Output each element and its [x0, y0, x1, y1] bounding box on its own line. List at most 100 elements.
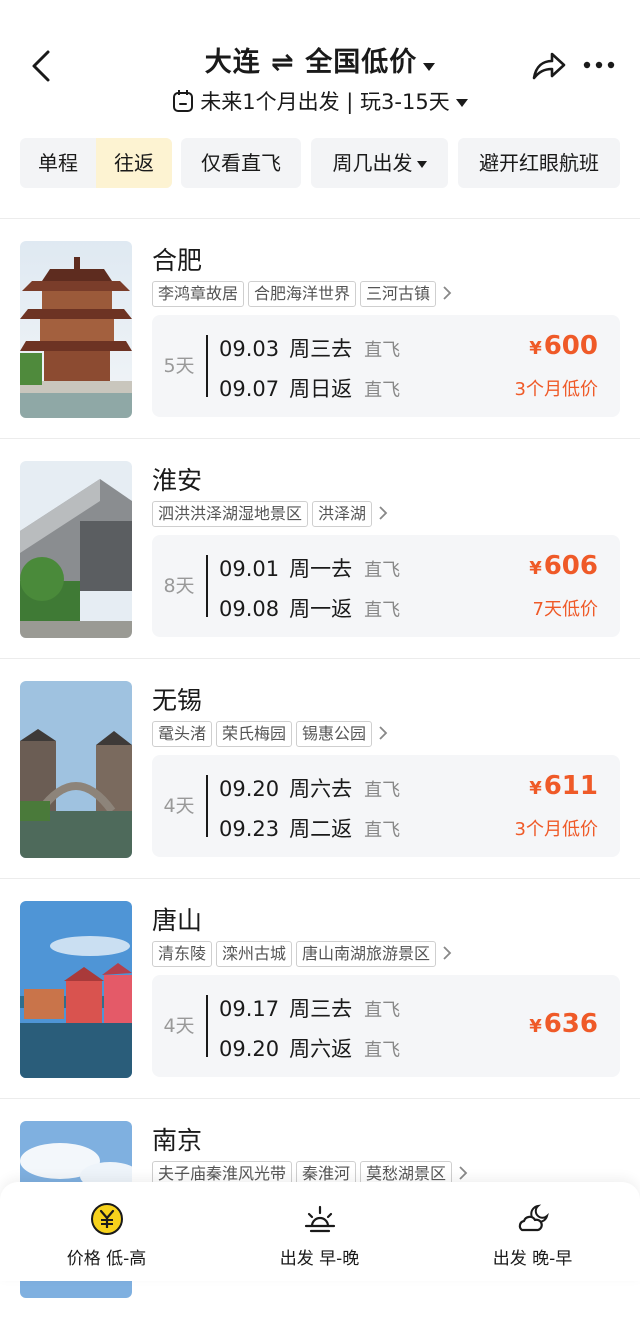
attraction-tags[interactable]: 清东陵 滦州古城 唐山南湖旅游景区	[152, 941, 452, 967]
low-price-badge: 7天低价	[532, 599, 598, 620]
return-leg: 09.23 周二返 直飞	[219, 813, 400, 843]
attraction-tag: 李鸿章故居	[152, 281, 245, 307]
destination-photo	[20, 901, 132, 1078]
outbound-date: 09.01	[219, 557, 280, 581]
return-leg: 09.08 周一返 直飞	[219, 593, 400, 623]
attraction-tag: 滦州古城	[216, 941, 293, 967]
flight-info[interactable]: 5天 09.03 周三去 直飞 09.07 周日返 直飞 ¥600 3个月低价	[152, 315, 620, 417]
destination-photo	[20, 461, 132, 638]
share-icon	[532, 52, 566, 80]
flight-info[interactable]: 4天 09.20 周六去 直飞 09.23 周二返 直飞 ¥611 3个月低价	[152, 755, 620, 857]
low-price-badge: 3个月低价	[514, 819, 598, 840]
destination-card[interactable]: 无锡 鼋头渚 荣氏梅园 锡惠公园 4天 09.20 周六去 直飞 09.23 周二返 直飞 …	[0, 659, 640, 879]
outbound-weekday: 周一去	[289, 557, 353, 581]
price-value: 606	[543, 551, 598, 581]
return-weekday: 周二返	[289, 817, 353, 841]
caret-down-icon	[416, 161, 427, 168]
attraction-tag: 合肥海洋世界	[248, 281, 357, 307]
moon-cloud-icon	[518, 1204, 549, 1232]
flight-type: 直飞	[364, 600, 401, 621]
one-way-tab[interactable]: 单程	[20, 138, 96, 188]
low-price-badge: 3个月低价	[514, 379, 598, 400]
sort-price-button[interactable]: 价格 低-高	[0, 1182, 213, 1281]
sort-bar: 价格 低-高 出发 早-晚 出发 晚-早	[0, 1182, 640, 1281]
trip-duration: 4天	[163, 795, 195, 817]
currency-symbol: ¥	[529, 338, 542, 359]
city-name: 无锡	[152, 686, 203, 715]
chevron-right-icon	[379, 506, 388, 520]
chevron-right-icon	[379, 726, 388, 740]
destination-card[interactable]: 合肥 李鸿章故居 合肥海洋世界 三河古镇 5天 09.03 周三去 直飞 09.07 周日…	[0, 219, 640, 439]
sort-depart-early-button[interactable]: 出发 早-晚	[213, 1182, 426, 1281]
yuan-coin-icon	[90, 1203, 123, 1235]
city-name: 淮安	[152, 466, 203, 495]
date-range-selector[interactable]: 未来1个月出发 | 玩3-15天	[0, 86, 640, 116]
return-date: 09.07	[219, 377, 280, 401]
price: ¥636	[529, 1009, 598, 1039]
sort-price-label: 价格 低-高	[66, 1249, 147, 1269]
destination-photo	[20, 241, 132, 418]
share-button[interactable]	[528, 46, 568, 86]
chevron-right-icon	[443, 286, 452, 300]
return-date: 09.08	[219, 597, 280, 621]
chevron-right-icon	[459, 1166, 468, 1180]
attraction-tag: 三河古镇	[360, 281, 437, 307]
attraction-tag: 清东陵	[152, 941, 213, 967]
weekday-filter[interactable]: 周几出发	[311, 138, 448, 188]
price-value: 600	[543, 331, 598, 361]
avoid-redeye-filter[interactable]: 避开红眼航班	[458, 138, 620, 188]
direct-only-filter[interactable]: 仅看直飞	[181, 138, 301, 188]
caret-down-icon	[455, 99, 468, 107]
more-button[interactable]	[578, 50, 622, 80]
flight-type: 直飞	[364, 340, 401, 361]
return-weekday: 周日返	[289, 377, 353, 401]
header: 大连 ⇌ 全国低价 未来1个月出发 | 玩3-15天	[0, 0, 640, 130]
more-dots-icon	[583, 61, 615, 69]
divider	[206, 555, 208, 617]
attraction-tags[interactable]: 李鸿章故居 合肥海洋世界 三河古镇	[152, 281, 452, 307]
attraction-tag: 鼋头渚	[152, 721, 213, 747]
round-trip-tab[interactable]: 往返	[96, 138, 172, 188]
trip-duration: 8天	[163, 575, 195, 597]
outbound-date: 09.03	[219, 337, 280, 361]
flight-type: 直飞	[364, 780, 401, 801]
attraction-tag: 洪泽湖	[312, 501, 373, 527]
return-leg: 09.07 周日返 直飞	[219, 373, 400, 403]
flight-type: 直飞	[364, 380, 401, 401]
flight-type: 直飞	[364, 820, 401, 841]
trip-duration: 5天	[163, 355, 195, 377]
price-value: 611	[543, 771, 598, 801]
sort-depart-early-label: 出发 早-晚	[279, 1249, 360, 1269]
sort-depart-late-button[interactable]: 出发 晚-早	[426, 1182, 639, 1281]
attraction-tag: 锡惠公园	[296, 721, 373, 747]
trip-type-toggle: 单程 往返	[20, 138, 172, 188]
flight-info[interactable]: 8天 09.01 周一去 直飞 09.08 周一返 直飞 ¥606 7天低价	[152, 535, 620, 637]
attraction-tags[interactable]: 鼋头渚 荣氏梅园 锡惠公园	[152, 721, 388, 747]
attraction-tag: 唐山南湖旅游景区	[296, 941, 437, 967]
flight-type: 直飞	[364, 560, 401, 581]
flight-type: 直飞	[364, 1000, 401, 1021]
page-title: 大连 ⇌ 全国低价	[204, 47, 418, 78]
attraction-tags[interactable]: 泗洪洪泽湖湿地景区 洪泽湖	[152, 501, 388, 527]
sunrise-icon	[304, 1205, 335, 1233]
outbound-weekday: 周六去	[289, 777, 353, 801]
return-weekday: 周一返	[289, 597, 353, 621]
currency-symbol: ¥	[529, 778, 542, 799]
outbound-leg: 09.03 周三去 直飞	[219, 333, 400, 363]
destination-card[interactable]: 淮安 泗洪洪泽湖湿地景区 洪泽湖 8天 09.01 周一去 直飞 09.08 周一返 直飞…	[0, 439, 640, 659]
city-name: 南京	[152, 1126, 203, 1155]
outbound-weekday: 周三去	[289, 337, 353, 361]
return-date: 09.23	[219, 817, 280, 841]
return-leg: 09.20 周六返 直飞	[219, 1033, 400, 1063]
chevron-right-icon	[443, 946, 452, 960]
flight-type: 直飞	[364, 1040, 401, 1061]
destination-card[interactable]: 唐山 清东陵 滦州古城 唐山南湖旅游景区 4天 09.17 周三去 直飞 09.20 周六…	[0, 879, 640, 1099]
outbound-leg: 09.20 周六去 直飞	[219, 773, 400, 803]
outbound-leg: 09.01 周一去 直飞	[219, 553, 400, 583]
calendar-clock-icon	[173, 90, 194, 112]
divider	[206, 335, 208, 397]
sort-depart-late-label: 出发 晚-早	[492, 1249, 573, 1269]
price-value: 636	[543, 1009, 598, 1039]
flight-info[interactable]: 4天 09.17 周三去 直飞 09.20 周六返 直飞 ¥636	[152, 975, 620, 1077]
outbound-date: 09.20	[219, 777, 280, 801]
